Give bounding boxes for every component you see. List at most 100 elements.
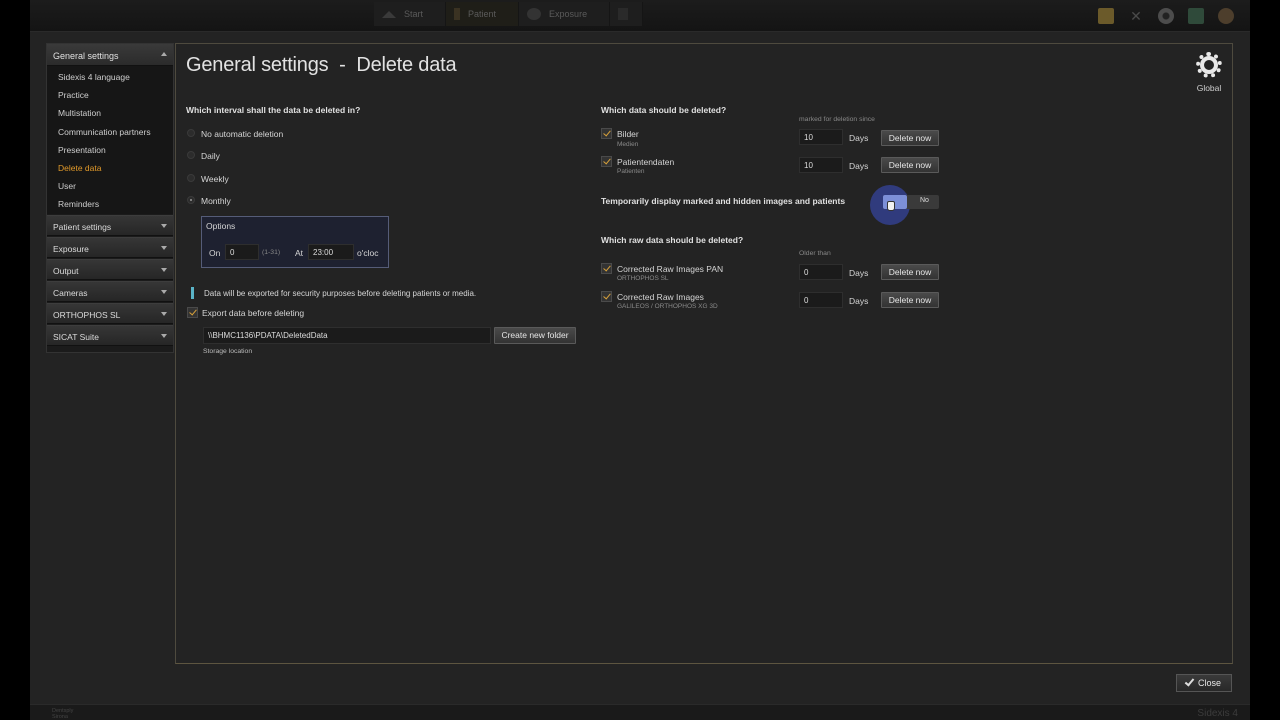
sidebar-group-exposure[interactable]: Exposure (47, 236, 173, 258)
patientendaten-checkbox[interactable] (601, 156, 612, 167)
raw-pan-days-input[interactable]: 0 (799, 264, 843, 280)
document-icon[interactable] (1098, 8, 1114, 24)
chevron-down-icon (161, 289, 167, 294)
sidebar-item-user[interactable]: User (47, 177, 173, 195)
raw-3d-delete-now-button[interactable]: Delete now (881, 292, 939, 308)
application-window: Start Patient Exposure ✕ General setting… (30, 0, 1250, 720)
storage-location-label: Storage location (203, 348, 253, 355)
sidebar-group-label: ORTHOPHOS SL (53, 309, 121, 320)
time-input[interactable]: 23:00 (308, 244, 354, 260)
patientendaten-delete-now-button[interactable]: Delete now (881, 157, 939, 173)
radio-weekly[interactable] (187, 174, 195, 182)
tools-icon[interactable]: ✕ (1128, 8, 1144, 24)
marked-since-label: marked for deletion since (799, 116, 875, 123)
nav-patient-label: Patient (468, 9, 497, 19)
chevron-down-icon (161, 333, 167, 338)
export-checkbox-label: Export data before deleting (202, 308, 305, 318)
radio-monthly[interactable] (187, 196, 195, 204)
hand-cursor-icon (887, 201, 895, 211)
sidebar-group-label: Cameras (53, 287, 88, 298)
radio-no-automatic-deletion[interactable] (187, 129, 195, 137)
document-icon (618, 8, 629, 20)
sidebar-item-delete-data[interactable]: Delete data (47, 159, 173, 177)
radio-label-daily: Daily (201, 151, 220, 161)
home-icon (382, 10, 396, 18)
chevron-up-icon (161, 52, 167, 56)
radio-label-weekly: Weekly (201, 174, 229, 184)
patientendaten-days-input[interactable]: 10 (799, 157, 843, 173)
global-label: Global (1196, 83, 1222, 93)
close-button[interactable]: Close (1176, 674, 1232, 692)
create-new-folder-button[interactable]: Create new folder (494, 327, 576, 344)
day-of-month-input[interactable]: 0 (225, 244, 259, 260)
on-label: On (209, 248, 221, 258)
patient-icon (454, 8, 461, 20)
nav-start[interactable]: Start (374, 2, 447, 26)
chevron-down-icon (161, 245, 167, 250)
nav-patient[interactable]: Patient (446, 2, 520, 26)
raw-pan-delete-now-button[interactable]: Delete now (881, 264, 939, 280)
interval-heading: Which interval shall the data be deleted… (186, 105, 361, 115)
top-right-icons: ✕ (1098, 8, 1234, 24)
radio-daily[interactable] (187, 151, 195, 159)
sidebar-group-label: SICAT Suite (53, 331, 99, 342)
delete-data-heading: Which data should be deleted? (601, 105, 727, 115)
global-settings-button[interactable]: Global (1192, 52, 1226, 93)
bilder-delete-now-button[interactable]: Delete now (881, 130, 939, 146)
sidebar-group-sicat-suite[interactable]: SICAT Suite (47, 324, 173, 346)
nav-exposure-label: Exposure (549, 9, 588, 19)
sidebar-group-cameras[interactable]: Cameras (47, 280, 173, 302)
sidebar-item-multistation[interactable]: Multistation (47, 104, 173, 122)
info-icon (191, 287, 194, 299)
sidebar-item-language[interactable]: Sidexis 4 language (47, 68, 173, 86)
options-box: Options On 0 (1-31) At 23:00 o'cloc (201, 216, 389, 268)
time-unit: o'cloc (357, 248, 379, 258)
sidebar-group-label: Exposure (53, 243, 89, 254)
bilder-days-unit: Days (849, 133, 869, 143)
gear-icon[interactable] (1158, 8, 1174, 24)
patientendaten-days-unit: Days (849, 161, 869, 171)
patientendaten-label: Patientendaten (617, 157, 675, 167)
bilder-days-input[interactable]: 10 (799, 129, 843, 145)
gear-icon (1196, 52, 1222, 78)
storage-path-input[interactable]: \\BHMC1136\PDATA\DeletedData (203, 327, 491, 344)
page-title: General settings - Delete data (186, 54, 457, 76)
bilder-checkbox[interactable] (601, 128, 612, 139)
sidebar-group-orthophos-sl[interactable]: ORTHOPHOS SL (47, 302, 173, 324)
sidebar-group-label: Patient settings (53, 221, 112, 232)
close-button-label: Close (1197, 678, 1221, 688)
status-bar: Dentsply Sirona Sidexis 4 (30, 704, 1250, 720)
sidebar-header-label: General settings (53, 51, 119, 61)
sidebar-item-communication-partners[interactable]: Communication partners (47, 123, 173, 141)
settings-sidebar: General settings Sidexis 4 language Prac… (46, 43, 174, 353)
raw-pan-label: Corrected Raw Images PAN (617, 264, 724, 274)
chevron-down-icon (161, 311, 167, 316)
raw-3d-days-input[interactable]: 0 (799, 292, 843, 308)
app-version-label: Sidexis 4 (1197, 708, 1238, 719)
raw-pan-sublabel: ORTHOPHOS SL (617, 275, 669, 282)
user-icon[interactable] (1218, 8, 1234, 24)
raw-pan-days-unit: Days (849, 268, 869, 278)
at-label: At (295, 248, 304, 258)
sidebar-list: Sidexis 4 language Practice Multistation… (47, 66, 173, 214)
options-title: Options (206, 221, 236, 231)
radio-label-monthly: Monthly (201, 196, 231, 206)
sidebar-item-practice[interactable]: Practice (47, 86, 173, 104)
sidebar-header-general-settings[interactable]: General settings (47, 44, 173, 66)
nav-exposure[interactable]: Exposure (519, 2, 611, 26)
raw-pan-checkbox[interactable] (601, 263, 612, 274)
sidebar-item-presentation[interactable]: Presentation (47, 141, 173, 159)
radio-label-no-automatic-deletion: No automatic deletion (201, 129, 284, 139)
sidebar-group-output[interactable]: Output (47, 258, 173, 280)
sidebar-item-reminders[interactable]: Reminders (47, 195, 173, 213)
raw-3d-sublabel: GALILEOS / ORTHOPHOS XG 3D (617, 303, 718, 310)
bilder-label: Bilder (617, 129, 639, 139)
sidebar-group-patient-settings[interactable]: Patient settings (47, 214, 173, 236)
nav-extra[interactable] (610, 2, 644, 26)
bilder-sublabel: Medien (617, 141, 639, 148)
monitor-icon[interactable] (1188, 8, 1204, 24)
export-checkbox[interactable] (187, 307, 198, 318)
raw-data-heading: Which raw data should be deleted? (601, 235, 744, 245)
raw-3d-checkbox[interactable] (601, 291, 612, 302)
top-navigation: Start Patient Exposure (374, 2, 644, 26)
